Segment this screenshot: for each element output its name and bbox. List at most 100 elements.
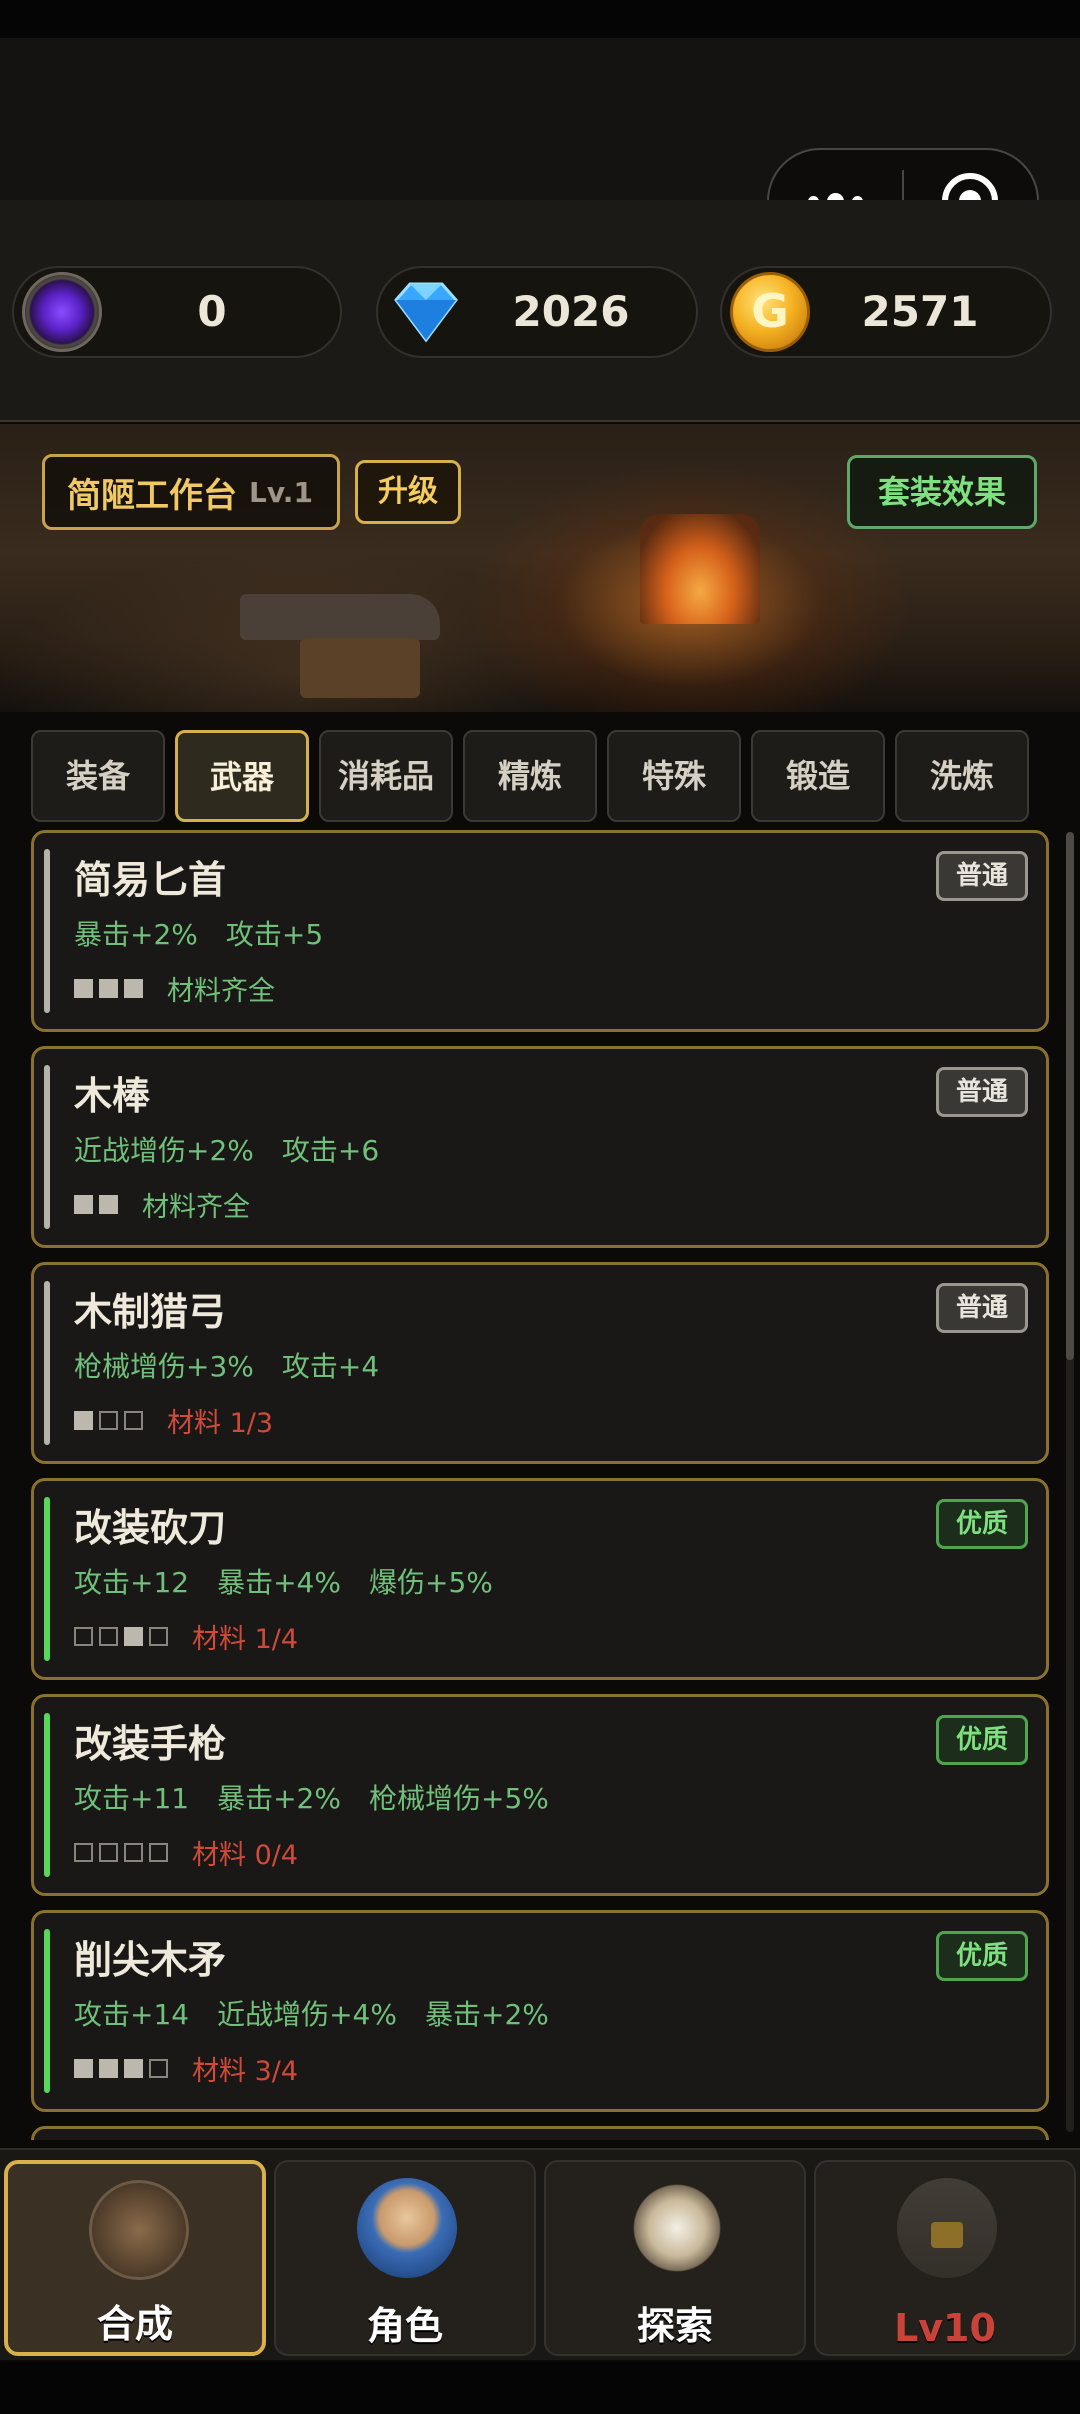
materials-progress bbox=[74, 1627, 168, 1646]
recipe-card[interactable]: 简易匕首 普通 暴击+2% 攻击+5 材料齐全 bbox=[31, 830, 1049, 1032]
status-bar bbox=[0, 0, 1080, 38]
diamond-icon bbox=[386, 272, 466, 352]
materials-status: 材料 0/4 bbox=[74, 1833, 298, 1872]
materials-status: 材料齐全 bbox=[74, 1185, 250, 1224]
recipe-stats: 攻击+14 近战增伤+4% 暴击+2% bbox=[74, 1993, 549, 2033]
materials-text: 材料齐全 bbox=[167, 976, 275, 1007]
materials-status: 材料 1/4 bbox=[74, 1617, 298, 1656]
anvil-illustration bbox=[240, 594, 440, 640]
recipe-name: 改装砍刀 bbox=[74, 1506, 227, 1550]
locked-shop-icon bbox=[897, 2178, 997, 2278]
stat-bonus: 攻击+4 bbox=[281, 1350, 380, 1383]
rarity-badge: 优质 bbox=[936, 1499, 1028, 1549]
material-owned bbox=[99, 979, 118, 998]
recipe-name: 削尖木矛 bbox=[74, 1938, 227, 1982]
rarity-stripe bbox=[44, 1281, 50, 1445]
material-missing bbox=[99, 1411, 118, 1430]
tab-consumables[interactable]: 消耗品 bbox=[319, 730, 453, 822]
materials-progress bbox=[74, 1195, 118, 1214]
rarity-badge: 普通 bbox=[936, 1067, 1028, 1117]
workbench-name: 简陋工作台 bbox=[67, 475, 237, 516]
recipe-list: 简易匕首 普通 暴击+2% 攻击+5 材料齐全 木棒 普通 近战增伤+2% 攻击+6 材料齐全 木制… bbox=[31, 830, 1049, 2140]
rarity-stripe bbox=[44, 849, 50, 1013]
nav-character[interactable]: 角色 bbox=[274, 2160, 536, 2356]
recipe-card[interactable]: 改装手枪 优质 攻击+11 暴击+2% 枪械增伤+5% 材料 0/4 bbox=[31, 1694, 1049, 1896]
material-owned bbox=[99, 2059, 118, 2078]
crafting-icon bbox=[89, 2180, 189, 2280]
nav-locked-shop[interactable]: Lv10 bbox=[814, 2160, 1076, 2356]
stat-bonus: 攻击+11 bbox=[74, 1782, 190, 1815]
tab-weapons[interactable]: 武器 bbox=[175, 730, 309, 822]
recipe-card[interactable]: 木制猎弓 普通 枪械增伤+3% 攻击+4 材料 1/3 bbox=[31, 1262, 1049, 1464]
stat-bonus: 近战增伤+2% bbox=[74, 1134, 254, 1167]
stat-bonus: 暴击+2% bbox=[217, 1782, 341, 1815]
materials-progress bbox=[74, 1411, 143, 1430]
workbench-title: 简陋工作台 Lv.1 bbox=[42, 454, 340, 530]
material-missing bbox=[74, 1627, 93, 1646]
material-owned bbox=[74, 1411, 93, 1430]
gold-counter: G 2571 bbox=[720, 266, 1052, 358]
stat-bonus: 近战增伤+4% bbox=[217, 1998, 397, 2031]
materials-text: 材料齐全 bbox=[142, 1192, 250, 1223]
recipe-card[interactable]: 改装砍刀 优质攻击+12 暴击+4% 爆伤+5% 材料 1/4 bbox=[31, 1478, 1049, 1680]
material-missing bbox=[149, 1843, 168, 1862]
nav-craft[interactable]: 合成 bbox=[4, 2160, 266, 2356]
tab-reroll[interactable]: 洗炼 bbox=[895, 730, 1029, 822]
set-effect-button[interactable]: 套装效果 bbox=[847, 455, 1037, 529]
rarity-stripe bbox=[44, 1929, 50, 2093]
stat-bonus: 攻击+12 bbox=[74, 1566, 190, 1599]
workbench-level: Lv.1 bbox=[249, 475, 313, 509]
stat-bonus: 爆伤+5% bbox=[368, 1566, 493, 1599]
recipe-stats: 近战增伤+2% 攻击+6 bbox=[74, 1129, 379, 1169]
rarity-badge: 普通 bbox=[936, 851, 1028, 901]
material-owned bbox=[124, 2059, 143, 2078]
character-icon bbox=[357, 2178, 457, 2278]
materials-progress bbox=[74, 979, 143, 998]
crystal-counter: 0 bbox=[12, 266, 342, 358]
tab-special[interactable]: 特殊 bbox=[607, 730, 741, 822]
materials-status: 材料齐全 bbox=[74, 969, 275, 1008]
rarity-stripe bbox=[44, 1065, 50, 1229]
tab-equipment[interactable]: 装备 bbox=[31, 730, 165, 822]
material-owned bbox=[124, 1627, 143, 1646]
materials-status: 材料 3/4 bbox=[74, 2049, 298, 2088]
recipe-card[interactable]: 削尖木矛 优质攻击+14 近战增伤+4% 暴击+2% 材料 3/4 bbox=[31, 1910, 1049, 2112]
recipe-card[interactable]: 木棒 普通近战增伤+2% 攻击+6 材料齐全 bbox=[31, 1046, 1049, 1248]
currency-bar: 0 2026 G 2571 bbox=[0, 200, 1080, 422]
materials-text: 材料 3/4 bbox=[192, 2056, 299, 2087]
bottom-nav: 合成 角色 探索 Lv10 bbox=[0, 2148, 1080, 2360]
material-owned bbox=[99, 1195, 118, 1214]
nav-explore[interactable]: 探索 bbox=[544, 2160, 806, 2356]
recipe-stats: 暴击+2% 攻击+5 bbox=[74, 913, 323, 953]
recipe-stats: 攻击+12 暴击+4% 爆伤+5% bbox=[74, 1561, 493, 1601]
scrollbar-thumb[interactable] bbox=[1066, 832, 1074, 1360]
nav-locked-label: Lv10 bbox=[894, 2306, 996, 2350]
rarity-badge: 普通 bbox=[936, 1283, 1028, 1333]
stat-bonus: 枪械增伤+5% bbox=[368, 1782, 549, 1815]
recipe-name: 木棒 bbox=[74, 1074, 151, 1118]
tab-refine[interactable]: 精炼 bbox=[463, 730, 597, 822]
material-owned bbox=[74, 1195, 93, 1214]
stat-bonus: 暴击+2% bbox=[74, 918, 198, 951]
recipe-stats: 枪械增伤+3% 攻击+4 bbox=[74, 1345, 379, 1385]
system-gesture-bar bbox=[0, 2362, 1080, 2414]
category-tabs: 装备 武器 消耗品 精炼 特殊 锻造 洗炼 bbox=[31, 730, 1031, 824]
material-missing bbox=[124, 1843, 143, 1862]
nav-explore-label: 探索 bbox=[636, 2304, 713, 2348]
upgrade-button[interactable]: 升级 bbox=[355, 460, 461, 524]
material-missing bbox=[74, 1843, 93, 1862]
material-owned bbox=[74, 2059, 93, 2078]
nav-character-label: 角色 bbox=[366, 2304, 443, 2348]
compass-icon bbox=[627, 2178, 727, 2278]
stump-illustration bbox=[300, 638, 420, 698]
recipe-card-partial[interactable] bbox=[31, 2126, 1049, 2140]
tab-forge[interactable]: 锻造 bbox=[751, 730, 885, 822]
stat-bonus: 枪械增伤+3% bbox=[74, 1350, 254, 1383]
rarity-stripe bbox=[44, 1713, 50, 1877]
materials-text: 材料 1/3 bbox=[167, 1408, 274, 1439]
materials-progress bbox=[74, 2059, 168, 2078]
rarity-badge: 优质 bbox=[936, 1931, 1028, 1981]
material-missing bbox=[149, 1627, 168, 1646]
diamond-value: 2026 bbox=[512, 287, 630, 336]
stat-bonus: 攻击+5 bbox=[225, 918, 324, 951]
